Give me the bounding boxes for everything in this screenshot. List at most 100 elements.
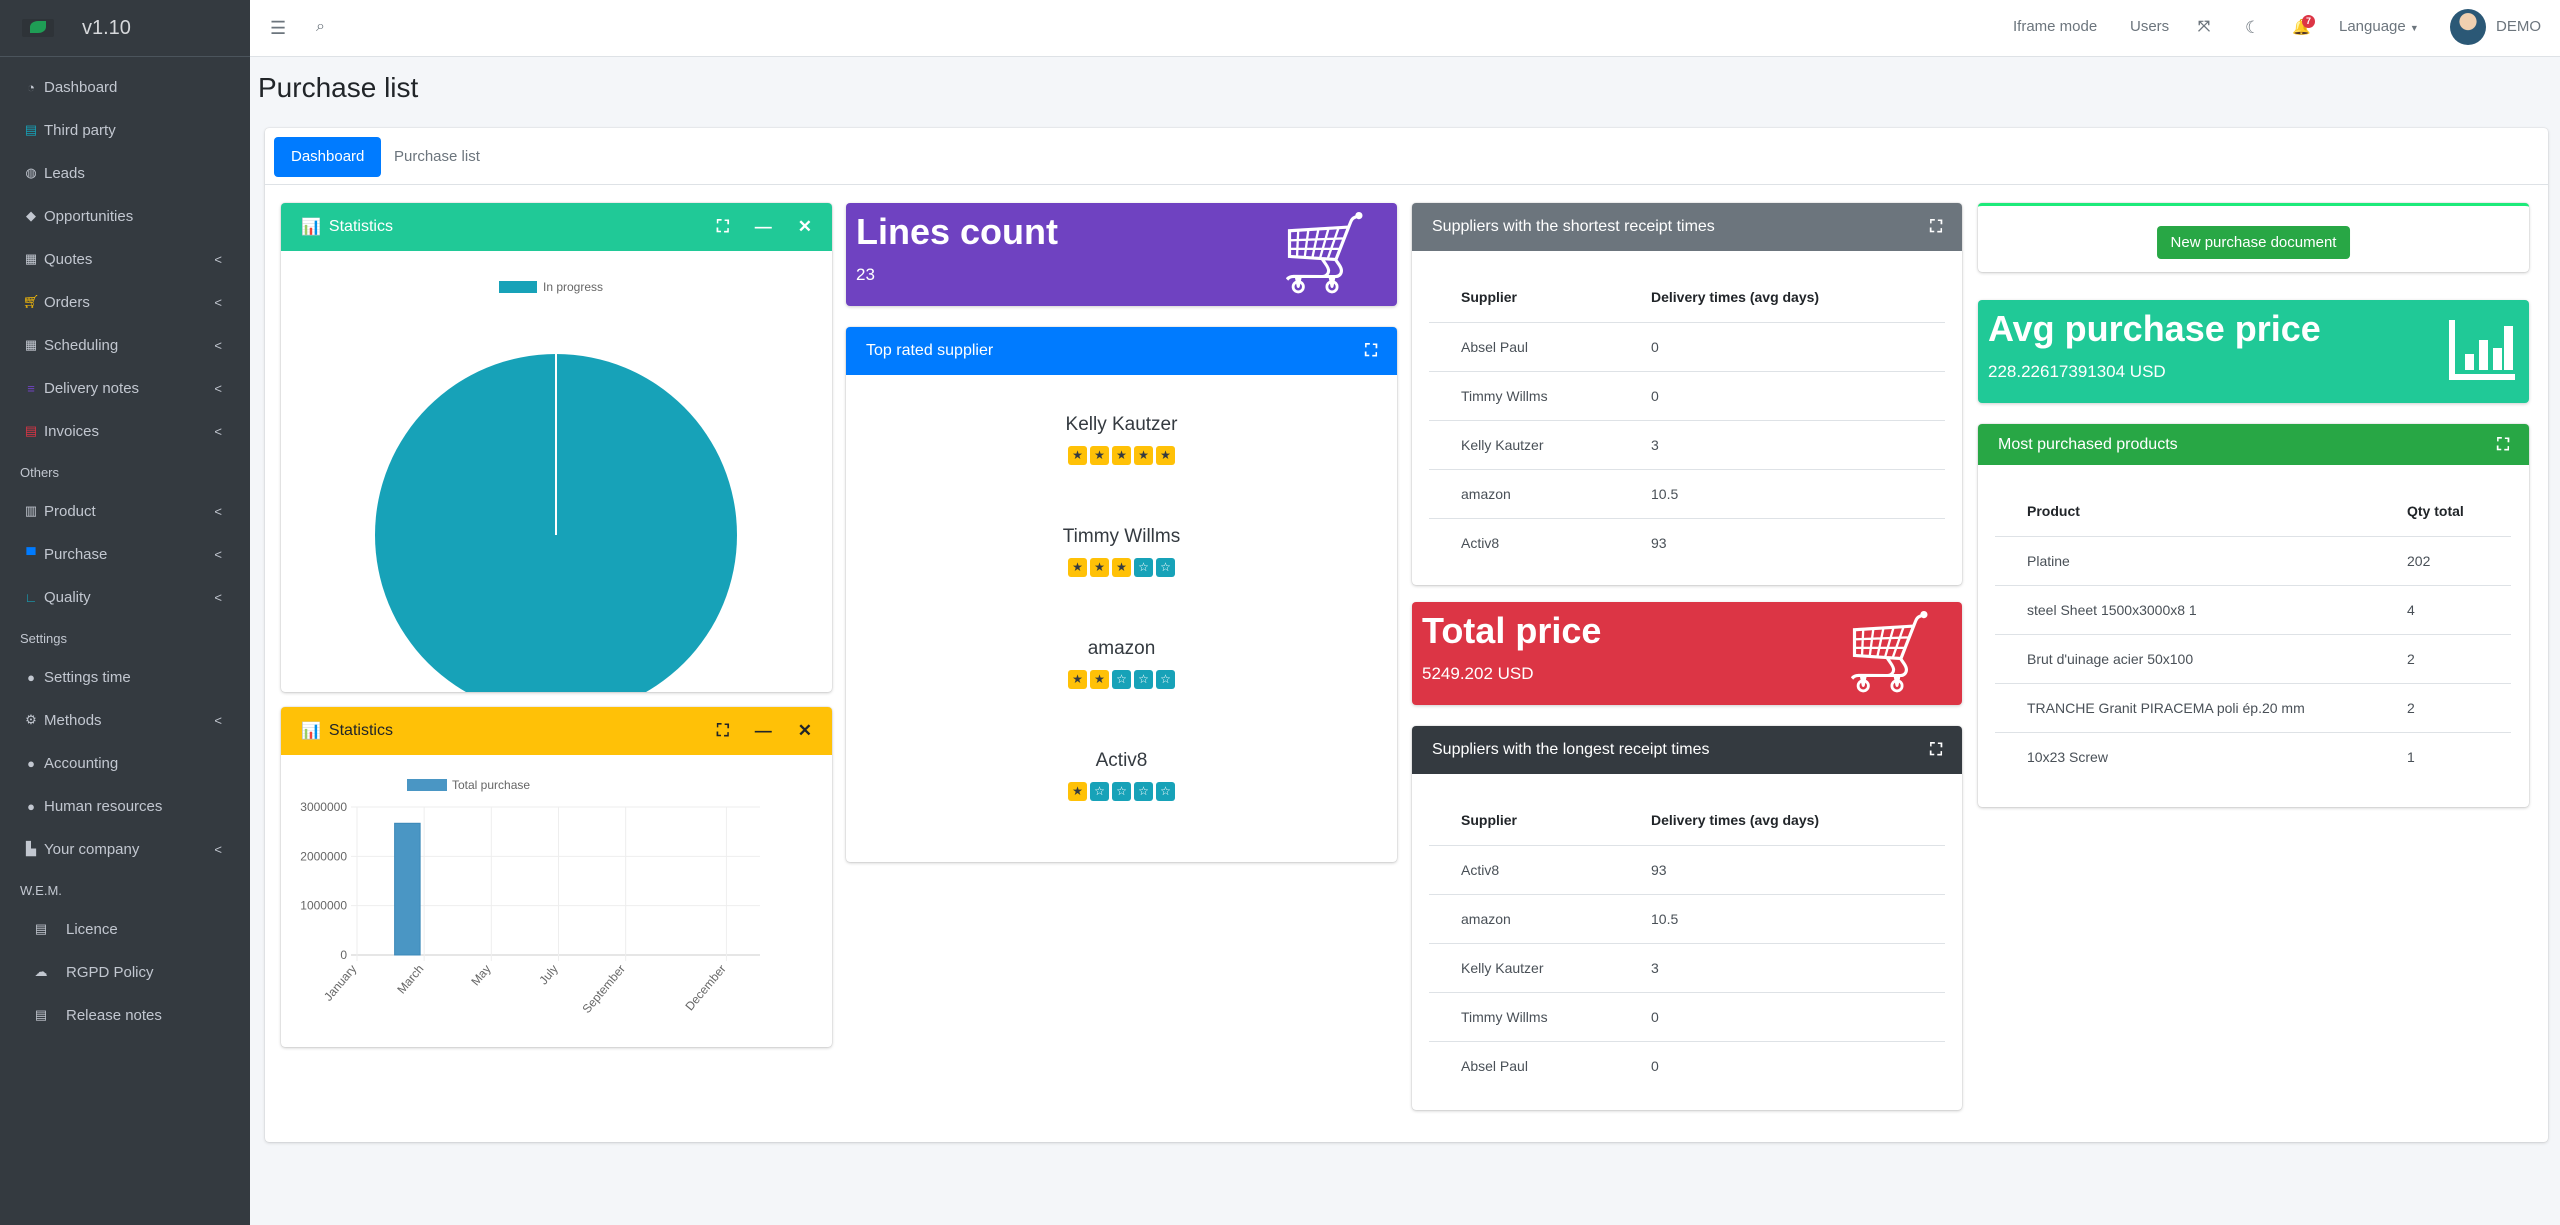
maximize-icon[interactable]: ⛶ <box>717 721 729 741</box>
sidebar-item-delivery-notes[interactable]: ≡ Delivery notes < <box>22 373 222 403</box>
legend-label: Total purchase <box>452 778 530 792</box>
table-cell: 0 <box>1619 370 1945 420</box>
search-icon[interactable]: ⌕ <box>316 18 325 36</box>
file-icon: ▤ <box>34 921 48 936</box>
top-navbar: ☰ ⌕ Iframe mode Users ⤧ ☾ 🔔 7 Language ▼ … <box>250 0 2560 57</box>
cloud-icon: ☁ <box>34 964 48 979</box>
new-purchase-card: New purchase document <box>1978 203 2529 272</box>
hamburger-menu-icon[interactable]: ☰ <box>270 18 286 39</box>
user-name[interactable]: DEMO <box>2496 18 2541 35</box>
sidebar-item-quotes[interactable]: ▦ Quotes < <box>22 244 222 274</box>
card-header: 📊 Statistics ⛶ — ✕ <box>281 203 832 251</box>
avg-price-title: Avg purchase price <box>1988 308 2321 349</box>
maximize-icon[interactable]: ⛶ <box>2497 435 2509 455</box>
shortest-receipt-table: Supplier Delivery times (avg days) Absel P… <box>1429 273 1945 567</box>
sidebar-item-release-notes[interactable]: ▤ Release notes <box>32 1000 222 1030</box>
chevron-left-icon: < <box>214 423 222 439</box>
column-header: Supplier <box>1461 289 1518 306</box>
sidebar-item-your-company[interactable]: ▙ Your company < <box>22 834 222 864</box>
bar <box>394 822 421 956</box>
sidebar-item-settings-time[interactable]: ● Settings time <box>22 662 222 692</box>
tab-dashboard[interactable]: Dashboard <box>274 137 382 177</box>
sidebar-item-licence[interactable]: ▤ Licence <box>32 914 222 944</box>
maximize-icon[interactable]: ⛶ <box>717 217 729 237</box>
iframe-mode-link[interactable]: Iframe mode <box>2013 18 2097 35</box>
table-cell: 202 <box>2375 535 2511 585</box>
minimize-icon[interactable]: — <box>755 217 772 237</box>
barcode-icon: ▥ <box>24 503 38 518</box>
sidebar-item-leads[interactable]: ◍ Leads <box>22 158 222 188</box>
statistics-pie-card: 📊 Statistics ⛶ — ✕ In progress <box>281 203 832 716</box>
x-tick-label: January <box>321 962 359 1004</box>
sidebar: v1.10 ◔ Dashboard ▤ Third party ◍ Leads ◆ Oppor… <box>0 0 250 1225</box>
table-row: amazon 10.5 <box>1429 893 1945 943</box>
column-header: Product <box>2027 503 2080 520</box>
maximize-icon[interactable]: ⛶ <box>1930 217 1942 237</box>
total-price-value: 5249.202 USD <box>1422 664 1534 683</box>
table-row: Activ8 93 <box>1429 844 1945 894</box>
star-filled-icon: ★ <box>1068 670 1087 689</box>
star-empty-icon: ☆ <box>1134 670 1153 689</box>
maximize-icon[interactable]: ⛶ <box>1365 341 1377 361</box>
sidebar-item-accounting[interactable]: ● Accounting <box>22 748 222 778</box>
star-filled-icon: ★ <box>1068 558 1087 577</box>
sidebar-item-product[interactable]: ▥ Product < <box>22 496 222 526</box>
chart-icon: 📊 <box>301 219 321 236</box>
user-clock-icon: ● <box>27 669 35 685</box>
maximize-icon[interactable]: ⛶ <box>1930 740 1942 760</box>
lines-count-title: Lines count <box>856 211 1059 252</box>
star-empty-icon: ☆ <box>1134 558 1153 577</box>
sidebar-item-methods[interactable]: ⚙ Methods < <box>22 705 222 735</box>
user-avatar[interactable] <box>2450 9 2486 45</box>
table-cell: Activ8 <box>1429 517 1619 567</box>
table-cell: 10x23 Screw <box>1995 731 2375 781</box>
sidebar-item-label: Invoices <box>44 422 100 440</box>
card-title: Statistics <box>328 218 393 235</box>
avg-purchase-price-box: Avg purchase price 228.22617391304 USD <box>1978 300 2529 403</box>
sidebar-item-label: Product <box>44 502 96 520</box>
table-row: 10x23 Screw 1 <box>1995 731 2511 781</box>
sidebar-item-quality[interactable]: ∟ Quality < <box>22 582 222 612</box>
star-empty-icon: ☆ <box>1112 782 1131 801</box>
new-purchase-document-button[interactable]: New purchase document <box>2156 226 2351 259</box>
chevron-left-icon: < <box>214 503 222 519</box>
sidebar-item-orders[interactable]: 🛒︎ Orders < <box>22 287 222 317</box>
supplier-rating: Timmy Willms ★ ★ ★ ☆ ☆ <box>846 526 1397 577</box>
language-dropdown[interactable]: Language ▼ <box>2339 18 2419 35</box>
card-title: Statistics <box>328 722 393 739</box>
sidebar-item-dashboard[interactable]: ◔ Dashboard <box>22 72 222 102</box>
brand[interactable]: v1.10 <box>0 0 250 57</box>
sidebar-item-opportunities[interactable]: ◆ Opportunities <box>22 201 222 231</box>
sidebar-item-label: Third party <box>44 121 116 139</box>
table-cell: Absel Paul <box>1429 321 1619 371</box>
sidebar-item-third-party[interactable]: ▤ Third party <box>22 115 222 145</box>
table-cell: 10.5 <box>1619 893 1945 943</box>
chevron-left-icon: < <box>214 380 222 396</box>
sidebar-item-label: Release notes <box>66 1006 162 1024</box>
close-icon[interactable]: ✕ <box>798 721 812 741</box>
notifications-bell-icon[interactable]: 🔔 7 <box>2292 15 2315 36</box>
sidebar-item-invoices[interactable]: ▤ Invoices < <box>22 416 222 446</box>
table-row: Absel Paul 0 <box>1429 321 1945 371</box>
dark-mode-moon-icon[interactable]: ☾ <box>2245 18 2260 38</box>
sidebar-item-label: Licence <box>66 920 118 938</box>
close-icon[interactable]: ✕ <box>798 217 812 237</box>
pie-chart: In progress <box>375 280 737 716</box>
table-cell: 2 <box>2375 682 2511 732</box>
longest-receipt-table: Supplier Delivery times (avg days) Activ8 9… <box>1429 796 1945 1090</box>
sidebar-item-purchase[interactable]: ▀ Purchase < <box>22 539 222 569</box>
sidebar-item-scheduling[interactable]: ▦ Scheduling < <box>22 330 222 360</box>
table-header-row: Supplier Delivery times (avg days) <box>1429 796 1945 845</box>
table-row: Platine 202 <box>1995 535 2511 585</box>
table-cell: Brut d'uinage acier 50x100 <box>1995 633 2375 683</box>
table-cell: Timmy Willms <box>1429 370 1619 420</box>
users-link[interactable]: Users <box>2130 18 2169 35</box>
tab-purchase-list[interactable]: Purchase list <box>377 137 497 177</box>
minimize-icon[interactable]: — <box>755 721 772 741</box>
sidebar-item-rgpd-policy[interactable]: ☁ RGPD Policy <box>32 957 222 987</box>
chevron-left-icon: < <box>214 251 222 267</box>
sidebar-item-human-resources[interactable]: ● Human resources <box>22 791 222 821</box>
card-header: Suppliers with the shortest receipt time… <box>1412 203 1962 251</box>
fullscreen-icon[interactable]: ⤧ <box>2198 18 2210 35</box>
lines-count-value: 23 <box>856 265 875 284</box>
